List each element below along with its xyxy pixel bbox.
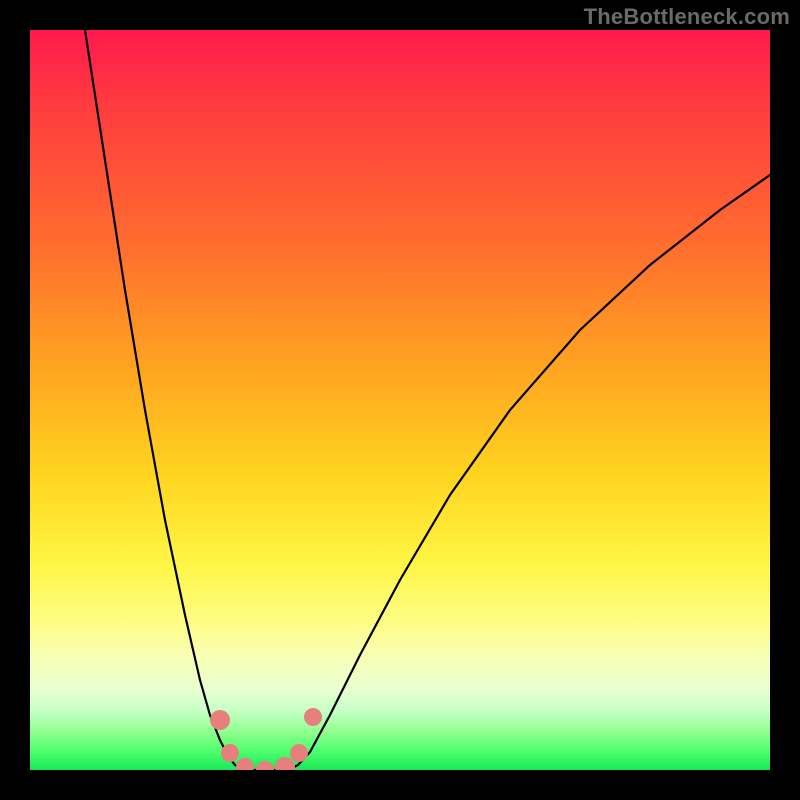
bottleneck-curve [85, 30, 770, 770]
curve-layer [30, 30, 770, 770]
chart-frame: TheBottleneck.com [0, 0, 800, 800]
watermark-text: TheBottleneck.com [584, 4, 790, 30]
highlight-dot [210, 710, 230, 730]
plot-area [30, 30, 770, 770]
highlight-dot [304, 708, 322, 726]
highlight-dot [275, 757, 295, 770]
highlight-dot [221, 744, 239, 762]
highlight-dots-group [210, 708, 322, 770]
highlight-dot [256, 761, 274, 770]
highlight-dot [236, 758, 254, 770]
highlight-dot [290, 744, 308, 762]
